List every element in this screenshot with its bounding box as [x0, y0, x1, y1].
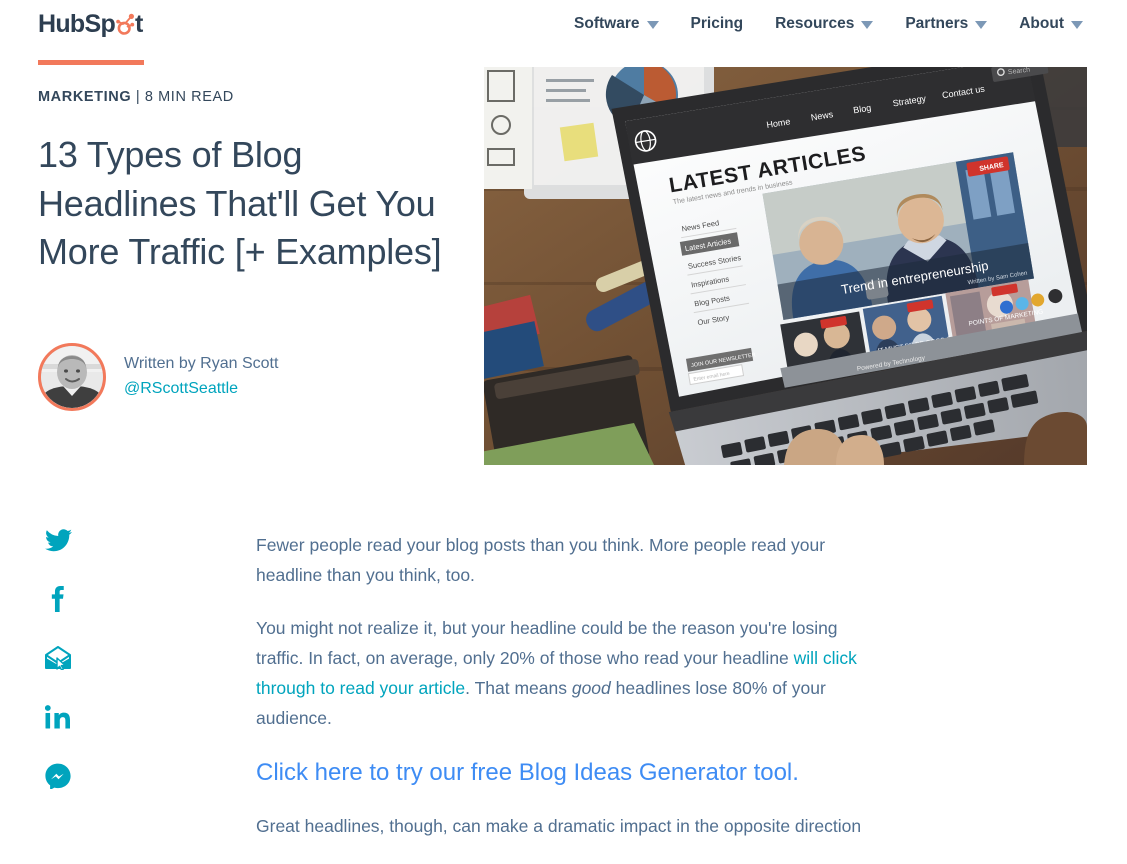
paragraph-1: Fewer people read your blog posts than y… — [256, 535, 826, 586]
post-meta-column: MARKETING | 8 MIN READ 13 Types of Blog … — [38, 60, 458, 277]
nav-item-about[interactable]: About — [1003, 0, 1099, 48]
author-block: Written by Ryan Scott @RScottSeattle — [38, 343, 278, 411]
post-hero: MARKETING | 8 MIN READ 13 Types of Blog … — [0, 48, 1127, 478]
paragraph-2: You might not realize it, but your headl… — [256, 613, 881, 733]
nav-item-software[interactable]: Software — [558, 0, 674, 48]
linkedin-in-glyph — [45, 705, 70, 729]
nav-label: Pricing — [690, 15, 744, 32]
author-name: Written by Ryan Scott — [124, 355, 279, 373]
page-title: 13 Types of Blog Headlines That'll Get Y… — [38, 134, 442, 273]
logo-text-right: t — [135, 9, 143, 38]
messenger-bubble-glyph — [45, 763, 71, 789]
site-header: HubSp t Software Pricing Resources Partne… — [0, 0, 1127, 48]
logo-wordmark: HubSp t — [38, 9, 143, 38]
chevron-down-icon — [646, 21, 659, 29]
hero-image: Home News Blog Strategy Contact us Searc… — [484, 67, 1087, 465]
avatar — [38, 343, 106, 411]
post-topic-line: MARKETING | 8 MIN READ — [38, 89, 458, 105]
post-topic[interactable]: MARKETING — [38, 89, 131, 105]
envelope-cursor-glyph — [45, 646, 71, 670]
nav-label: Partners — [905, 15, 969, 32]
chevron-down-icon — [1071, 21, 1083, 29]
chevron-down-icon — [861, 21, 874, 29]
author-handle-link[interactable]: @RScottSeattle — [124, 380, 238, 397]
paragraph-2-part-a: You might not realize it, but your headl… — [256, 618, 838, 669]
nav-item-pricing[interactable]: Pricing — [675, 0, 760, 48]
avatar-photo — [41, 346, 103, 408]
logo-text-left: HubSp — [38, 9, 116, 38]
hero-image-artwork: Home News Blog Strategy Contact us Searc… — [484, 67, 1087, 465]
nav-label: About — [1019, 15, 1064, 32]
paragraph-3: Great headlines, though, can make a dram… — [256, 815, 862, 836]
twitter-icon[interactable] — [42, 524, 74, 556]
cta-blog-ideas-generator-link[interactable]: Click here to try our free Blog Ideas Ge… — [256, 757, 881, 789]
chevron-down-icon — [975, 21, 988, 29]
nav-label: Software — [574, 15, 640, 32]
twitter-bird-glyph — [44, 528, 72, 551]
linkedin-icon[interactable] — [42, 701, 74, 733]
accent-rule — [38, 60, 144, 65]
nav-item-resources[interactable]: Resources — [759, 0, 889, 48]
author-meta: Written by Ryan Scott @RScottSeattle — [124, 352, 278, 402]
hubspot-logo[interactable]: HubSp t — [38, 10, 143, 38]
social-share-rail — [38, 524, 78, 792]
facebook-icon[interactable] — [42, 583, 74, 615]
sprocket-icon — [115, 12, 135, 37]
nav-label: Resources — [775, 15, 855, 32]
post-read-time: | 8 MIN READ — [135, 89, 234, 105]
paragraph-2-emphasis: good — [571, 678, 611, 699]
article-body: Fewer people read your blog posts than y… — [256, 530, 881, 864]
facebook-f-glyph — [51, 586, 64, 612]
paragraph-2-part-b: . That means — [465, 678, 572, 699]
nav-item-partners[interactable]: Partners — [889, 0, 1003, 48]
main-navigation: Software Pricing Resources Partners Abou… — [558, 0, 1099, 48]
email-icon[interactable] — [42, 642, 74, 674]
messenger-icon[interactable] — [42, 760, 74, 792]
